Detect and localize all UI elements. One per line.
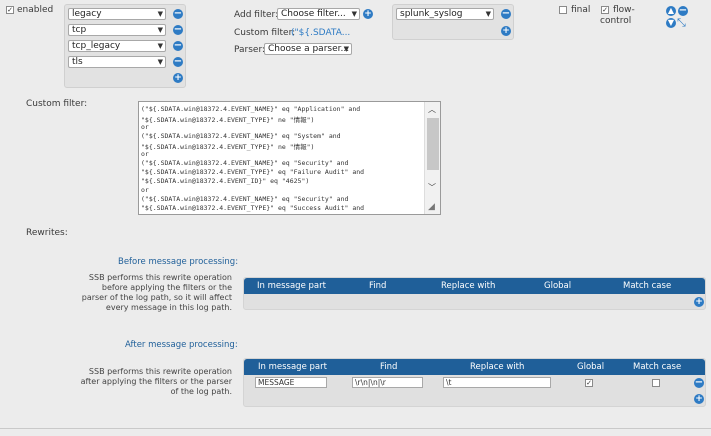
filter-line: or [141, 150, 149, 158]
filter-line: "${.SDATA.win@18372.4.EVENT_TYPE}" ne "情… [141, 143, 315, 151]
move-up-icon[interactable]: ▲ [666, 6, 676, 16]
filter-line: ("${.SDATA.win@18372.4.EVENT_NAME}" eq "… [141, 195, 349, 203]
remove-source-icon[interactable]: − [173, 57, 183, 67]
column-header: Match case [633, 362, 682, 372]
match-case-checkbox[interactable] [652, 379, 660, 387]
global-checkbox[interactable]: ✓ [585, 379, 593, 387]
scroll-down-icon[interactable]: ﹀ [428, 182, 436, 193]
remove-source-icon[interactable]: − [173, 41, 183, 51]
chevron-down-icon: ▼ [343, 45, 349, 53]
enabled-label: enabled [17, 5, 54, 15]
column-header: Match case [623, 281, 672, 291]
add-rewrite-icon[interactable]: + [694, 297, 704, 307]
source-select-1[interactable]: legacy ▼ [68, 8, 166, 20]
message-part-input[interactable]: MESSAGE [255, 377, 327, 388]
delete-path-icon[interactable]: − [678, 6, 688, 16]
table-header: In message part Find Replace with Global… [244, 359, 705, 375]
flow-control-label: flow- [613, 5, 635, 15]
filter-line: ("${.SDATA.win@18372.4.EVENT_NAME}" eq "… [141, 132, 341, 140]
chevron-down-icon: ▼ [157, 58, 163, 66]
add-filter-icon[interactable]: + [363, 9, 373, 19]
find-input[interactable]: \r\n|\n|\r [352, 377, 423, 388]
filter-line: "${.SDATA.win@18372.4.EVENT_TYPE}" ne "情… [141, 116, 315, 124]
custom-filter-label: Custom filter: [26, 99, 88, 109]
source-select-4[interactable]: tls ▼ [68, 56, 166, 68]
after-processing-title: After message processing: [125, 340, 238, 350]
replace-with-input[interactable]: \t [443, 377, 551, 388]
column-header: Find [369, 281, 387, 291]
divider [0, 428, 711, 429]
filter-line: or [141, 123, 149, 131]
filter-line: "${.SDATA.win@18372.4.EVENT_TYPE}" eq "F… [141, 168, 365, 176]
enabled-checkbox[interactable]: ✓ [6, 6, 14, 14]
custom-filter-label-top: Custom filter: [234, 28, 296, 38]
add-filter-label: Add filter: [234, 10, 279, 20]
after-processing-description: SSB performs this rewrite operation afte… [80, 367, 232, 396]
chevron-down-icon: ▼ [485, 10, 491, 18]
textarea-scrollbar[interactable]: ︿ ﹀ ◢ [424, 102, 440, 214]
add-filter-select[interactable]: Choose filter... ▼ [277, 8, 360, 20]
custom-filter-link[interactable]: ("${.SDATA... [291, 28, 350, 38]
chevron-down-icon: ▼ [157, 42, 163, 50]
sources-box: legacy ▼ − tcp ▼ − tcp_legacy ▼ − tls ▼ − + [64, 4, 186, 88]
scrollbar-thumb[interactable] [427, 118, 439, 170]
resize-handle-icon[interactable]: ◢ [428, 202, 435, 212]
column-header: Find [380, 362, 398, 372]
flow-control-checkbox[interactable]: ✓ [601, 6, 609, 14]
table-header: In message part Find Replace with Global… [244, 278, 705, 294]
parser-label: Parser: [234, 45, 266, 55]
flow-control-label-2: control [600, 16, 632, 26]
add-source-icon[interactable]: + [173, 73, 183, 83]
column-header: In message part [258, 362, 327, 372]
column-header: Replace with [470, 362, 525, 372]
filter-line: or [141, 186, 149, 194]
filter-line: ("${.SDATA.win@18372.4.EVENT_NAME}" eq "… [141, 159, 349, 167]
filter-line: "${.SDATA.win@18372.4.EVENT_TYPE}" eq "S… [141, 204, 365, 212]
final-checkbox[interactable] [559, 6, 567, 14]
destination-select[interactable]: splunk_syslog ▼ [396, 8, 494, 20]
filter-line: ("${.SDATA.win@18372.4.EVENT_NAME}" eq "… [141, 105, 361, 113]
add-rewrite-icon[interactable]: + [694, 394, 704, 404]
remove-source-icon[interactable]: − [173, 25, 183, 35]
after-rewrite-table: In message part Find Replace with Global… [243, 358, 706, 407]
remove-rewrite-icon[interactable]: − [694, 378, 704, 388]
before-processing-title: Before message processing: [118, 257, 239, 267]
column-header: Replace with [441, 281, 496, 291]
add-destination-icon[interactable]: + [501, 26, 511, 36]
scroll-up-icon[interactable]: ︿ [428, 104, 436, 115]
chevron-down-icon: ▼ [351, 10, 357, 18]
remove-source-icon[interactable]: − [173, 9, 183, 19]
column-header: Global [544, 281, 572, 291]
chevron-down-icon: ▼ [157, 26, 163, 34]
final-label: final [571, 5, 591, 15]
column-header: Global [577, 362, 605, 372]
destinations-box: splunk_syslog ▼ − + [392, 4, 514, 40]
parser-select[interactable]: Choose a parser... ▼ [264, 43, 352, 55]
remove-destination-icon[interactable]: − [501, 9, 511, 19]
column-header: In message part [257, 281, 326, 291]
expand-icon[interactable]: ⤡ [677, 16, 686, 30]
source-select-2[interactable]: tcp ▼ [68, 24, 166, 36]
rewrites-label: Rewrites: [26, 228, 68, 238]
move-down-icon[interactable]: ▼ [666, 18, 676, 28]
before-rewrite-table: In message part Find Replace with Global… [243, 277, 706, 310]
chevron-down-icon: ▼ [157, 10, 163, 18]
custom-filter-textarea[interactable]: ("${.SDATA.win@18372.4.EVENT_NAME}" eq "… [138, 101, 441, 215]
before-processing-description: SSB performs this rewrite operation befo… [81, 273, 232, 312]
filter-line: "${.SDATA.win@18372.4.EVENT_ID}" eq "462… [141, 177, 310, 185]
source-select-3[interactable]: tcp_legacy ▼ [68, 40, 166, 52]
